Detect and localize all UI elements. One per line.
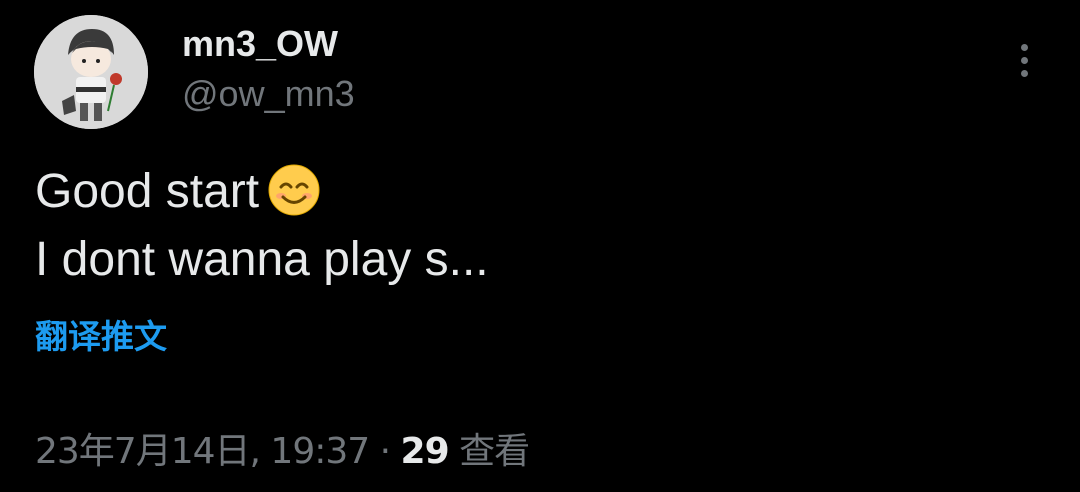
views-label[interactable]: 查看	[459, 431, 530, 472]
translate-tweet-link[interactable]: 翻译推文	[35, 316, 167, 358]
tweet-time[interactable]: 19:37	[270, 431, 370, 472]
tweet-line-1: Good start	[35, 158, 1035, 226]
date-time-comma: ,	[249, 431, 271, 472]
tweet-line-1-text: Good start	[35, 165, 260, 218]
tweet-card: mn3_OW @ow_mn3 Good start I dont wanna p…	[0, 0, 1080, 492]
smiling-face-emoji-icon	[267, 163, 321, 217]
more-vertical-icon-dot	[1020, 69, 1028, 77]
avatar-illustration	[34, 15, 148, 129]
meta-separator: ·	[379, 431, 391, 472]
avatar[interactable]	[34, 15, 148, 129]
more-options-button[interactable]	[1008, 40, 1040, 80]
tweet-meta: 23年7月14日, 19:37 · 29 查看	[35, 430, 530, 474]
tweet-line-2: I dont wanna play s...	[35, 233, 489, 286]
display-name[interactable]: mn3_OW	[182, 22, 338, 66]
tweet-date[interactable]: 23年7月14日	[35, 431, 251, 472]
user-handle[interactable]: @ow_mn3	[182, 72, 355, 116]
views-count[interactable]: 29	[401, 431, 450, 472]
tweet-text: Good start I dont wanna play s...	[35, 158, 1035, 294]
more-vertical-icon	[1020, 43, 1028, 51]
more-vertical-icon-dot	[1020, 56, 1028, 64]
